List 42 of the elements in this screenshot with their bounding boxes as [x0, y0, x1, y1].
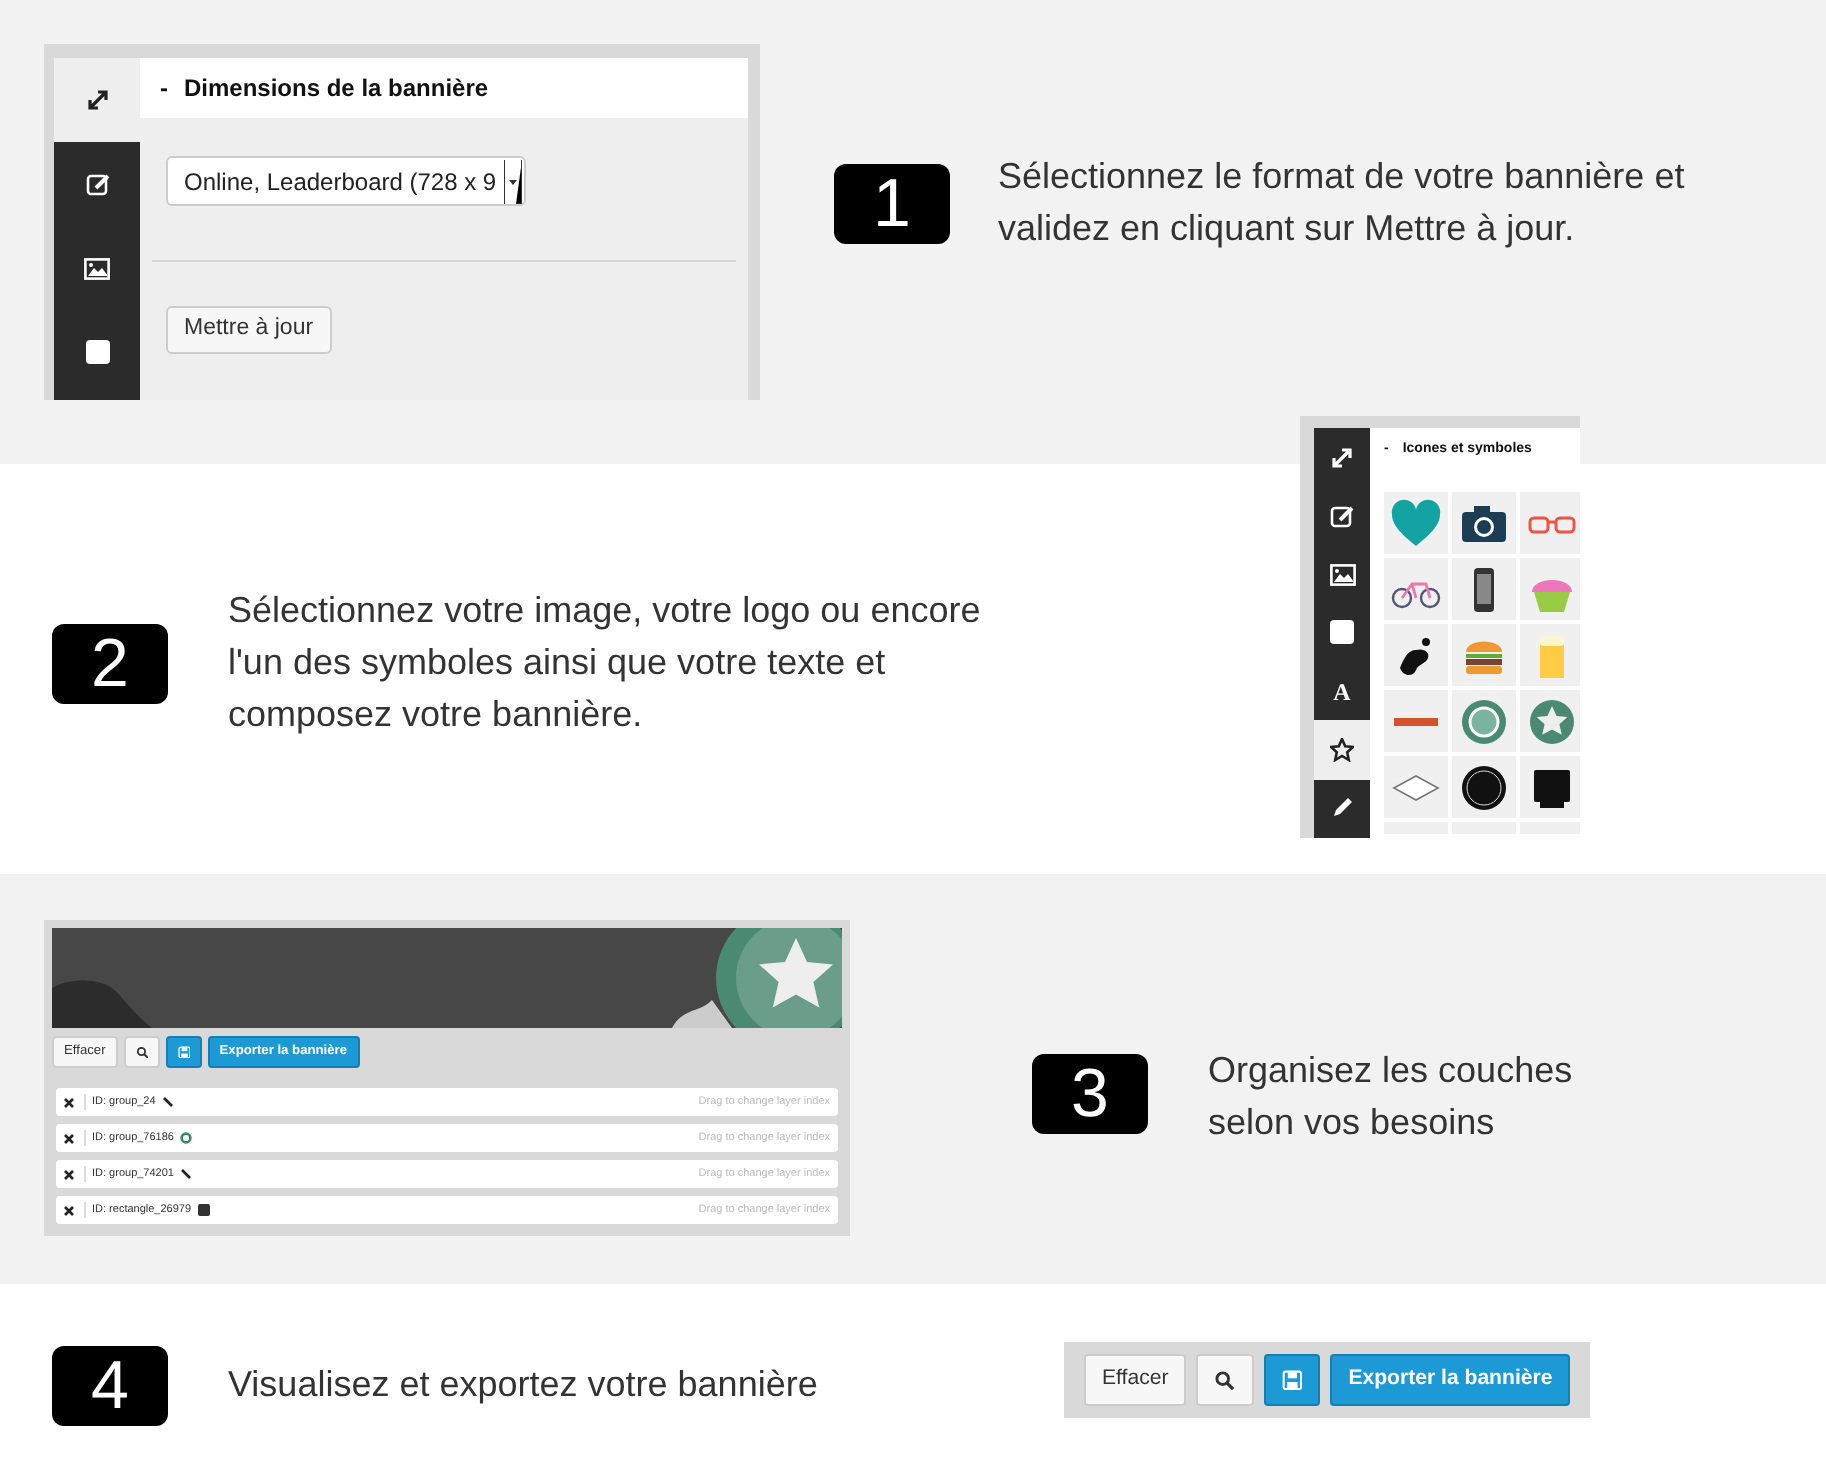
collapse-toggle[interactable]: -: [160, 70, 168, 106]
clear-button[interactable]: Effacer: [1084, 1354, 1187, 1406]
step-number: 2: [52, 624, 168, 704]
search-icon: [1214, 1369, 1236, 1390]
brush-stroke-icon: [179, 1168, 192, 1180]
sidebar-tab[interactable]: [1314, 720, 1370, 780]
close-icon[interactable]: [64, 1133, 74, 1143]
save-icon: [1281, 1369, 1303, 1390]
edit-icon[interactable]: [85, 172, 109, 196]
step-number: 4: [52, 1346, 168, 1426]
save-button[interactable]: [165, 1036, 202, 1068]
panel-title: Dimensions de la bannière: [184, 72, 489, 106]
edit-icon[interactable]: [1330, 503, 1354, 528]
step-description: Organisez les couches selon vos besoins: [1208, 1048, 1575, 1146]
brush-stroke-icon: [161, 1096, 174, 1108]
save-icon: [177, 1045, 191, 1059]
search-button[interactable]: [1196, 1354, 1254, 1406]
save-button[interactable]: [1263, 1354, 1321, 1406]
ring-icon: [179, 1132, 192, 1144]
format-select[interactable]: Online, Leaderboard (728 x 9: [166, 156, 526, 206]
close-icon[interactable]: [64, 1169, 74, 1179]
pencil-icon[interactable]: [1330, 796, 1354, 821]
update-button[interactable]: Mettre à jour: [166, 306, 332, 354]
step-number: 1: [834, 164, 950, 244]
sidebar-tab[interactable]: A: [1314, 662, 1370, 721]
square-icon[interactable]: [1330, 620, 1354, 645]
step-description: Visualisez et exportez votre bannière: [228, 1362, 820, 1408]
search-button[interactable]: [123, 1036, 160, 1068]
step-description: Sélectionnez le format de votre bannière et validez en cliquant sur Mettre à jour.: [998, 154, 1687, 252]
square-icon[interactable]: [85, 340, 109, 364]
close-icon[interactable]: [64, 1097, 74, 1107]
caret-icon: [504, 159, 522, 203]
close-icon[interactable]: [64, 1205, 74, 1215]
image-icon[interactable]: [1329, 563, 1355, 586]
search-icon: [135, 1045, 149, 1059]
step-number: 3: [1032, 1054, 1148, 1134]
heart-icon[interactable]: [1388, 495, 1444, 551]
step-description: Sélectionnez votre image, votre logo ou encore l'un des symboles ainsi que votre texte et composez votre bannière.: [228, 588, 983, 738]
square-icon: [197, 1204, 210, 1216]
star-icon[interactable]: [1330, 738, 1354, 763]
image-icon[interactable]: [84, 257, 110, 279]
resize-icon[interactable]: [85, 88, 109, 112]
